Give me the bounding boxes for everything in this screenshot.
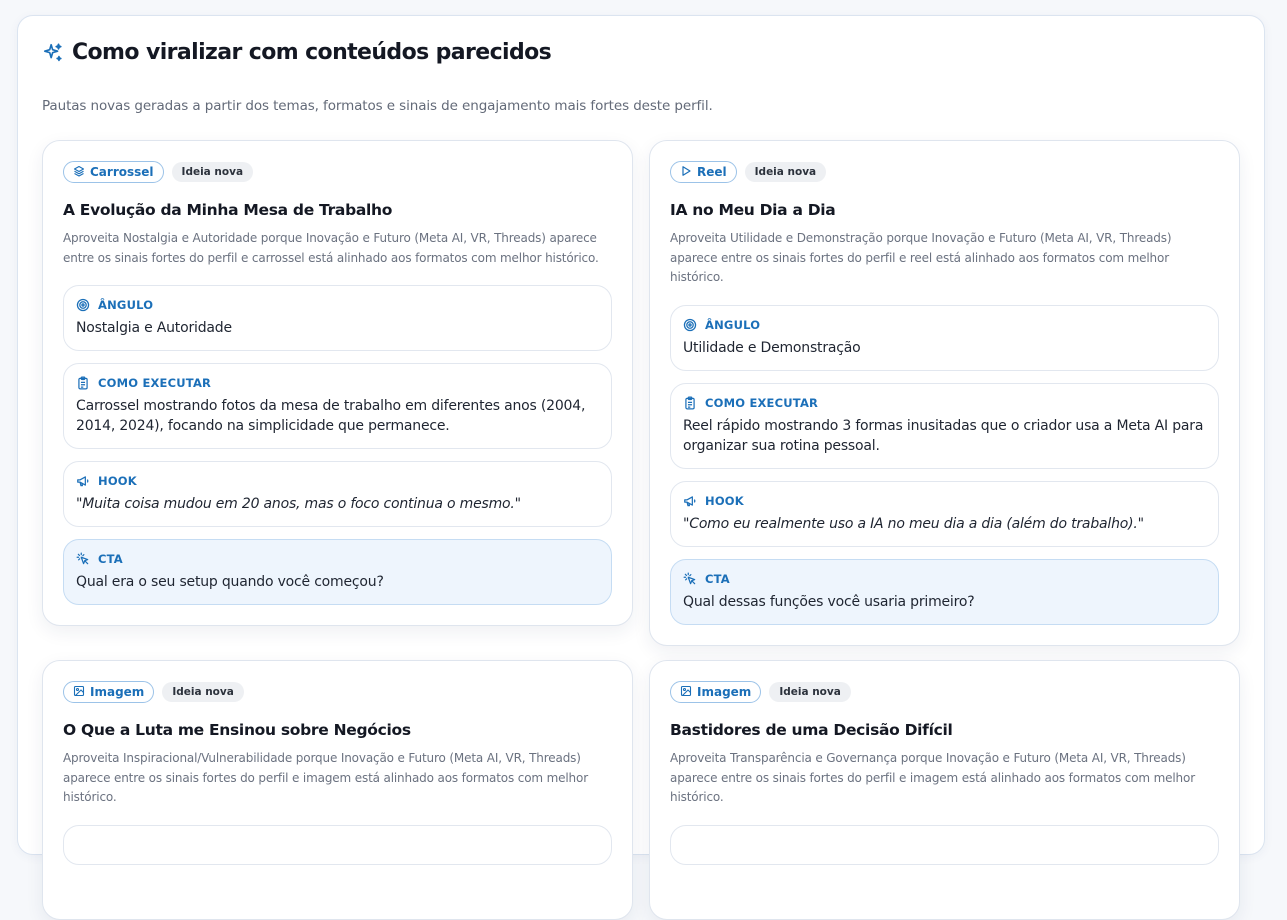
cta-text: Qual era o seu setup quando você começou… — [76, 574, 384, 590]
idea-card: Imagem Ideia nova O Que a Luta me Ensino… — [42, 660, 633, 920]
page-title: Como viralizar com conteúdos parecidos — [72, 40, 552, 65]
page-subtitle: Pautas novas geradas a partir dos temas,… — [42, 98, 713, 114]
cta-label: CTA — [76, 551, 599, 567]
hook-label: HOOK — [683, 493, 1206, 509]
card-badges: Imagem Ideia nova — [670, 681, 1219, 703]
target-icon — [683, 318, 697, 332]
execute-block: COMO EXECUTAR Reel rápido mostrando 3 fo… — [670, 382, 1219, 469]
hook-label: HOOK — [76, 473, 599, 489]
cta-block: CTA Qual dessas funções você usaria prim… — [670, 558, 1219, 625]
format-label: Carrossel — [90, 165, 154, 179]
idea-title: A Evolução da Minha Mesa de Trabalho — [63, 201, 393, 219]
idea-description: Aproveita Nostalgia e Autoridade porque … — [63, 231, 599, 265]
angle-block: ÂNGULO Nostalgia e Autoridade — [63, 285, 612, 351]
megaphone-icon — [683, 494, 697, 508]
execute-label: COMO EXECUTAR — [76, 375, 599, 391]
execute-text: Carrossel mostrando fotos da mesa de tra… — [76, 398, 586, 434]
format-badge: Reel — [670, 161, 737, 183]
format-label: Reel — [697, 165, 727, 179]
new-idea-badge: Ideia nova — [769, 682, 851, 702]
hook-block: HOOK "Muita coisa mudou em 20 anos, mas … — [63, 461, 612, 527]
angle-block: ÂNGULO Utilidade e Demonstração — [670, 304, 1219, 371]
angle-label: ÂNGULO — [76, 297, 599, 313]
execute-label: COMO EXECUTAR — [683, 395, 1206, 411]
idea-title: O Que a Luta me Ensinou sobre Negócios — [63, 721, 411, 739]
angle-text: Utilidade e Demonstração — [683, 339, 861, 356]
idea-card: Imagem Ideia nova Bastidores de uma Deci… — [649, 660, 1240, 920]
image-icon — [73, 685, 85, 700]
card-badges: Carrossel Ideia nova — [63, 161, 612, 183]
clipboard-icon — [76, 376, 90, 390]
angle-text: Nostalgia e Autoridade — [76, 320, 232, 336]
hook-block: HOOK "Como eu realmente uso a IA no meu … — [670, 480, 1219, 547]
new-idea-badge: Ideia nova — [162, 682, 244, 702]
idea-card: Reel Ideia nova IA no Meu Dia a Dia Apro… — [649, 140, 1240, 646]
idea-title: Bastidores de uma Decisão Difícil — [670, 721, 953, 739]
hook-text: "Como eu realmente uso a IA no meu dia a… — [683, 515, 1144, 532]
cta-text: Qual dessas funções você usaria primeiro… — [683, 593, 975, 610]
format-label: Imagem — [697, 685, 752, 699]
idea-description: Aproveita Utilidade e Demonstração porqu… — [670, 231, 1172, 284]
format-badge: Imagem — [670, 681, 762, 703]
sparkles-icon — [42, 42, 64, 64]
new-idea-badge: Ideia nova — [171, 162, 254, 182]
idea-title: IA no Meu Dia a Dia — [670, 201, 836, 219]
format-badge: Imagem — [63, 681, 155, 703]
target-icon — [76, 298, 90, 312]
angle-block — [670, 824, 1219, 865]
format-label: Imagem — [90, 685, 145, 699]
pointer-click-icon — [683, 572, 697, 586]
card-badges: Imagem Ideia nova — [63, 681, 612, 703]
angle-block — [63, 824, 612, 865]
play-icon — [680, 165, 692, 180]
format-badge: Carrossel — [63, 161, 164, 183]
execute-text: Reel rápido mostrando 3 formas inusitada… — [683, 417, 1204, 454]
cta-block: CTA Qual era o seu setup quando você com… — [63, 539, 612, 605]
megaphone-icon — [76, 474, 90, 488]
execute-block: COMO EXECUTAR Carrossel mostrando fotos … — [63, 363, 612, 449]
card-badges: Reel Ideia nova — [670, 161, 1219, 183]
idea-description: Aproveita Transparência e Governança por… — [670, 751, 1195, 804]
clipboard-icon — [683, 396, 697, 410]
angle-label: ÂNGULO — [683, 317, 1206, 333]
hook-text: "Muita coisa mudou em 20 anos, mas o foc… — [76, 496, 521, 512]
panel-header: Como viralizar com conteúdos parecidos — [42, 40, 552, 65]
new-idea-badge: Ideia nova — [744, 162, 827, 182]
cta-label: CTA — [683, 571, 1206, 587]
layers-icon — [73, 165, 85, 180]
idea-description: Aproveita Inspiracional/Vulnerabilidade … — [63, 751, 588, 804]
pointer-click-icon — [76, 552, 90, 566]
idea-card: Carrossel Ideia nova A Evolução da Minha… — [42, 140, 633, 626]
ideas-panel: Como viralizar com conteúdos parecidos P… — [17, 15, 1265, 920]
image-icon — [680, 685, 692, 700]
